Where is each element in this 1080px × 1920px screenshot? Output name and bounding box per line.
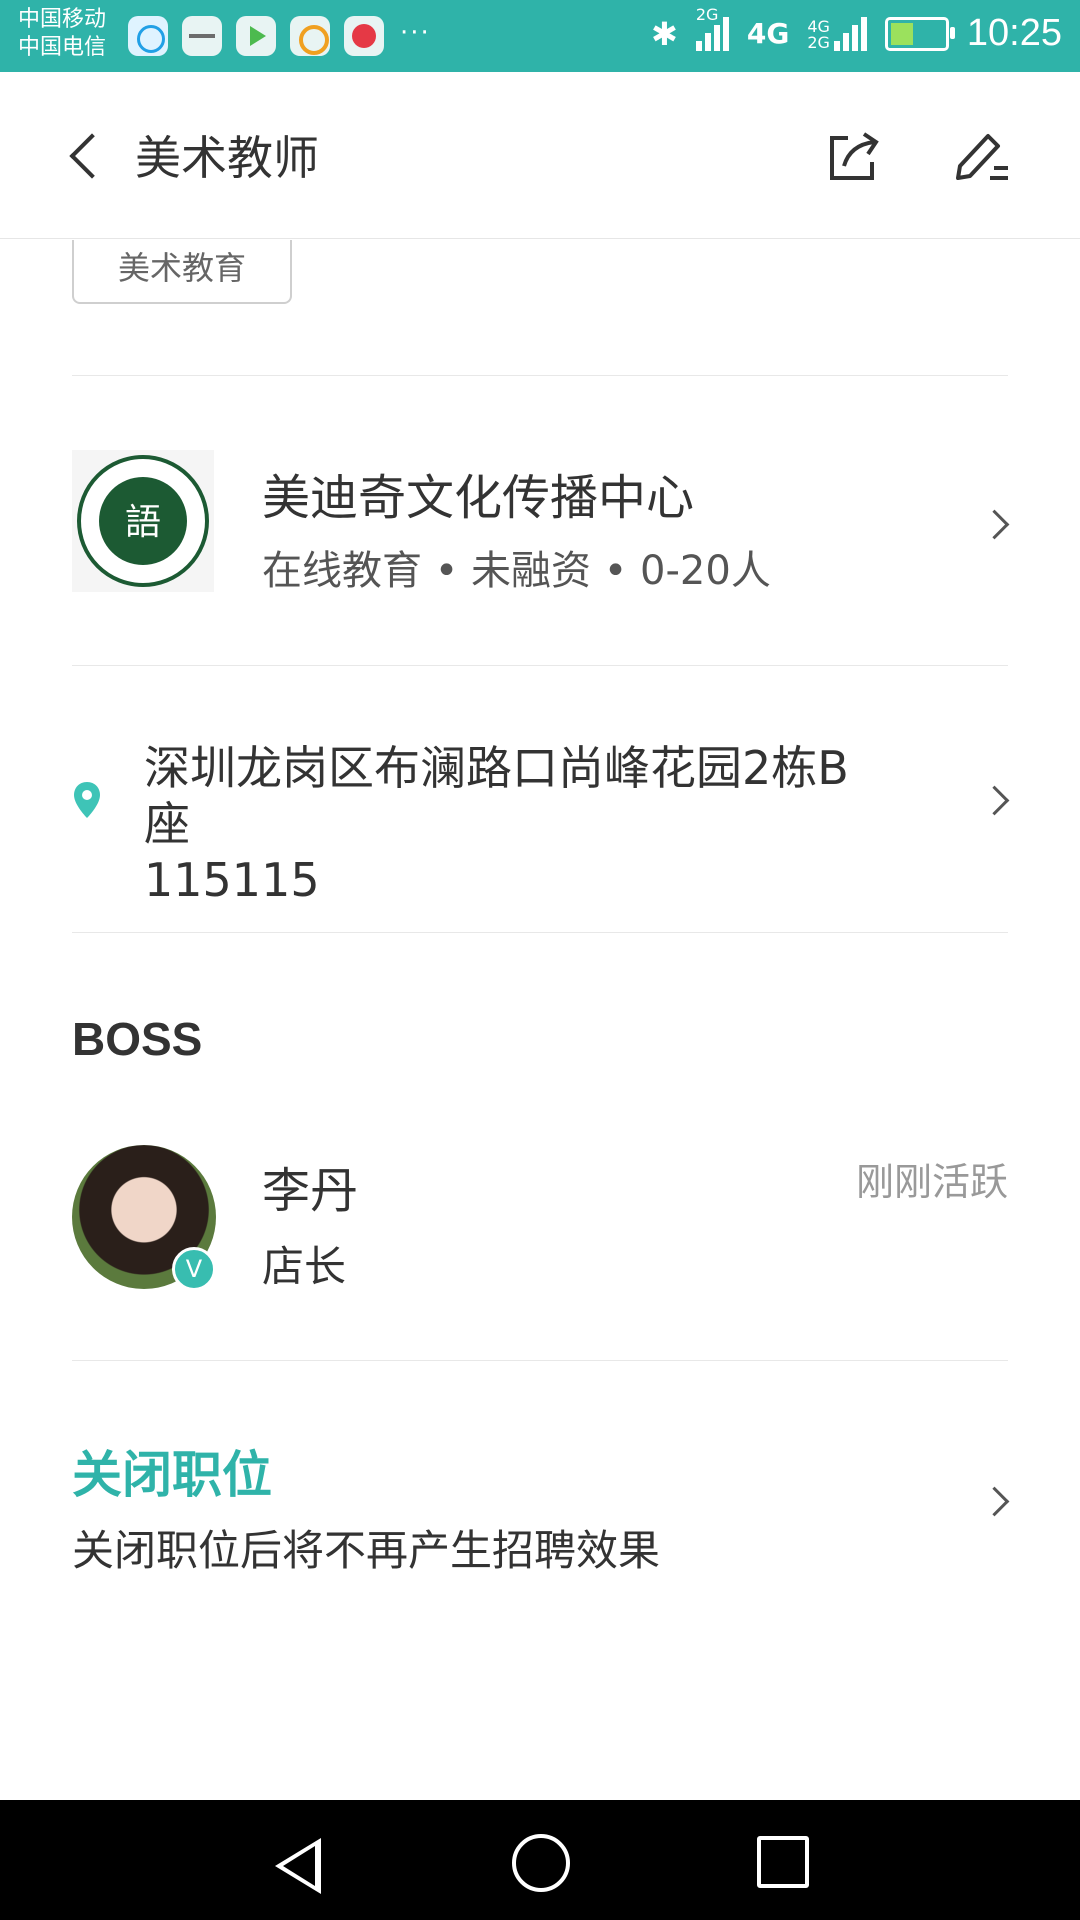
- video-app-icon: [236, 16, 276, 56]
- address-row[interactable]: 深圳龙岗区布澜路口尚峰花园2栋B座 115115: [72, 740, 1010, 907]
- battery-icon: [884, 16, 955, 51]
- address-text: 深圳龙岗区布澜路口尚峰花园2栋B座 115115: [144, 740, 864, 908]
- media-app-icon: [344, 16, 384, 56]
- photo-app-icon: [290, 16, 330, 56]
- close-position-row[interactable]: 关闭职位 关闭职位后将不再产生招聘效果: [72, 1435, 1010, 1585]
- network-type-4g: 4G: [746, 17, 790, 50]
- chevron-right-icon: [979, 785, 1010, 816]
- nav-back-icon[interactable]: [275, 1838, 321, 1894]
- notification-icons: [128, 16, 384, 56]
- share-icon[interactable]: [826, 128, 882, 184]
- browser-app-icon: [128, 16, 168, 56]
- system-nav-bar: [0, 1800, 1080, 1920]
- divider: [72, 1360, 1008, 1361]
- address-line-1: 深圳龙岗区布澜路口尚峰花园2栋B座: [144, 741, 849, 851]
- status-bar: 中国移动 中国电信 ··· ✱ 2G 4G 4G 2G 10:25: [0, 0, 1080, 72]
- page-title: 美术教师: [135, 131, 319, 185]
- divider: [72, 665, 1008, 666]
- edit-icon[interactable]: [950, 128, 1010, 184]
- chevron-right-icon: [979, 509, 1010, 540]
- company-card[interactable]: 語 美迪奇文化传播中心 在线教育 • 未融资 • 0-20人: [72, 450, 1010, 595]
- nav-recents-icon[interactable]: [757, 1836, 809, 1888]
- boss-role: 店长: [262, 1242, 347, 1291]
- company-logo: 語: [72, 450, 214, 592]
- carrier-1: 中国移动: [18, 7, 107, 32]
- company-meta: 在线教育 • 未融资 • 0-20人: [262, 548, 771, 594]
- nav-home-icon[interactable]: [512, 1834, 570, 1892]
- more-notifications-icon: ···: [400, 18, 431, 48]
- boss-name: 李丹: [262, 1163, 359, 1219]
- active-status: 刚刚活跃: [855, 1160, 1008, 1204]
- chevron-right-icon: [979, 1486, 1010, 1517]
- back-arrow-icon[interactable]: [66, 130, 100, 180]
- carrier-2: 中国电信: [18, 35, 107, 60]
- divider: [72, 932, 1008, 933]
- verified-badge-icon: V: [172, 1247, 216, 1291]
- svg-text:語: 語: [125, 502, 161, 543]
- skill-tag: 美术教育: [72, 240, 292, 304]
- clock: 10:25: [966, 12, 1062, 54]
- carrier-info: 中国移动 中国电信: [18, 6, 106, 62]
- bluetooth-icon: ✱: [651, 14, 678, 53]
- status-indicators: ✱ 2G 4G 4G 2G 10:25: [651, 5, 1062, 55]
- address-line-2: 115115: [144, 853, 320, 907]
- close-position-title: 关闭职位: [72, 1446, 272, 1504]
- close-position-desc: 关闭职位后将不再产生招聘效果: [72, 1526, 661, 1575]
- signal-bars-icon-2: [833, 16, 867, 51]
- divider: [72, 375, 1008, 376]
- boss-card[interactable]: V 李丹 店长 刚刚活跃: [72, 1145, 1008, 1295]
- signal-4g-2g: 4G 2G: [807, 16, 867, 51]
- health-app-icon: [182, 16, 222, 56]
- boss-section-title: BOSS: [72, 1013, 203, 1065]
- location-pin-icon: [72, 780, 102, 820]
- company-name: 美迪奇文化传播中心: [262, 470, 695, 526]
- signal-2g: 2G: [695, 5, 729, 51]
- top-app-bar: 美术教师: [0, 72, 1080, 239]
